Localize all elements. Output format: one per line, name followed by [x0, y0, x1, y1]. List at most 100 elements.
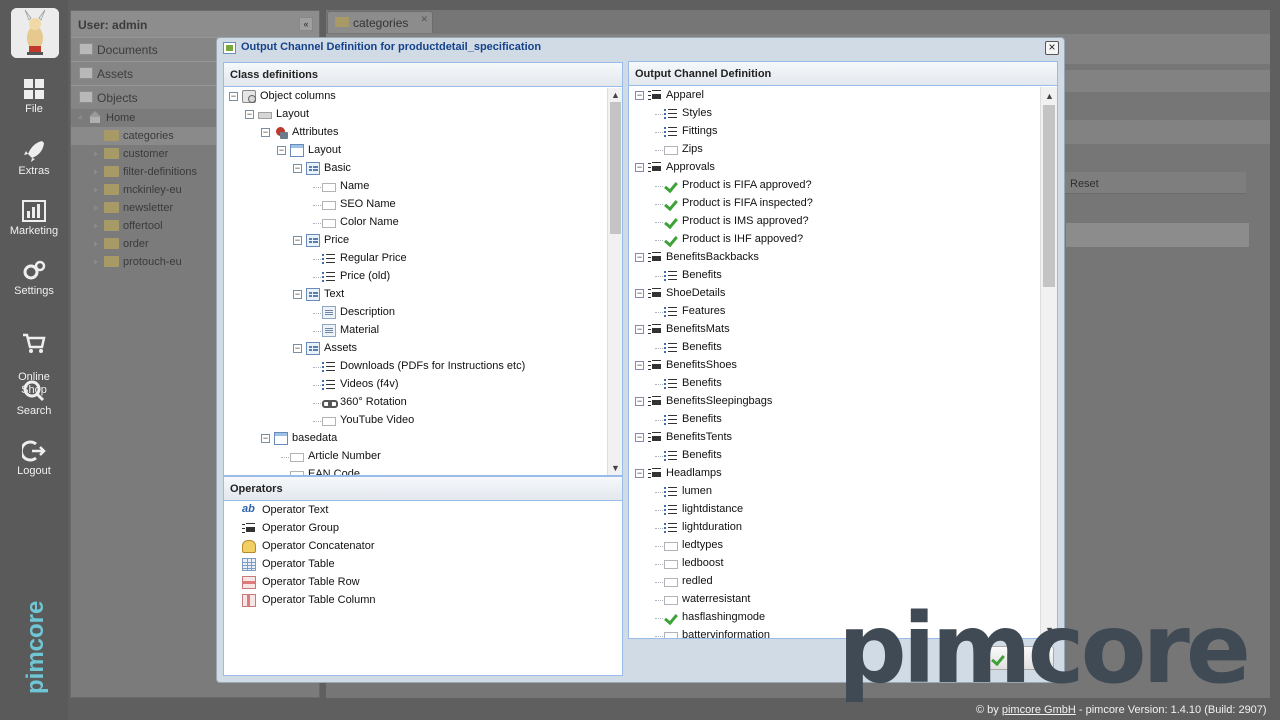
collapse-toggle-icon[interactable]: −: [635, 289, 644, 298]
output-tree-node[interactable]: − BenefitsTents: [629, 429, 1039, 447]
class-tree-node[interactable]: Name: [224, 178, 607, 196]
collapse-toggle-icon[interactable]: −: [229, 92, 238, 101]
expand-icon[interactable]: [94, 223, 98, 229]
collapse-toggle-icon[interactable]: −: [245, 110, 254, 119]
class-tree-node[interactable]: YouTube Video: [224, 412, 607, 430]
class-tree-node[interactable]: EAN Code: [224, 466, 607, 475]
reset-column-label[interactable]: Reset: [1070, 178, 1099, 190]
nav-search[interactable]: Search: [0, 380, 68, 417]
tab-categories[interactable]: categories ✕: [327, 11, 433, 33]
output-tree-node[interactable]: − Headlamps: [629, 465, 1039, 483]
output-tree-node[interactable]: redled: [629, 573, 1039, 591]
operator-item[interactable]: Operator Concatenator: [224, 538, 622, 556]
output-tree-node[interactable]: ledtypes: [629, 537, 1039, 555]
company-link[interactable]: pimcore GmbH: [1002, 704, 1076, 716]
output-tree-node[interactable]: Benefits: [629, 339, 1039, 357]
class-tree-node[interactable]: − basedata: [224, 430, 607, 448]
output-tree-node[interactable]: Fittings: [629, 123, 1039, 141]
collapse-toggle-icon[interactable]: −: [293, 344, 302, 353]
nav-extras[interactable]: Extras: [0, 140, 68, 177]
expand-icon[interactable]: [77, 114, 85, 122]
collapse-toggle-icon[interactable]: −: [635, 253, 644, 262]
class-tree-node[interactable]: − Text: [224, 286, 607, 304]
output-tree-node[interactable]: − Apparel: [629, 87, 1039, 105]
collapse-toggle-icon[interactable]: −: [635, 361, 644, 370]
collapse-toggle-icon[interactable]: −: [635, 469, 644, 478]
class-tree-node[interactable]: Videos (f4v): [224, 376, 607, 394]
collapse-icon[interactable]: «: [299, 17, 313, 31]
output-tree-node[interactable]: Product is IMS approved?: [629, 213, 1039, 231]
output-tree-node[interactable]: Product is FIFA inspected?: [629, 195, 1039, 213]
scroll-thumb[interactable]: [610, 102, 621, 234]
output-tree-node[interactable]: lumen: [629, 483, 1039, 501]
collapse-toggle-icon[interactable]: −: [635, 433, 644, 442]
expand-icon[interactable]: [94, 259, 98, 265]
output-tree-node[interactable]: Product is FIFA approved?: [629, 177, 1039, 195]
scroll-up-arrow[interactable]: ▲: [1042, 89, 1057, 103]
operator-item[interactable]: Operator Table Column: [224, 592, 622, 610]
class-tree-node[interactable]: Regular Price: [224, 250, 607, 268]
collapse-toggle-icon[interactable]: −: [635, 163, 644, 172]
class-tree-scrollbar[interactable]: ▲ ▼: [607, 88, 622, 475]
output-tree-node[interactable]: − BenefitsSleepingbags: [629, 393, 1039, 411]
class-tree-node[interactable]: Downloads (PDFs for Instructions etc): [224, 358, 607, 376]
nav-marketing[interactable]: Marketing: [0, 200, 68, 237]
class-tree-node[interactable]: Article Number: [224, 448, 607, 466]
output-tree-node[interactable]: Features: [629, 303, 1039, 321]
output-tree-node[interactable]: − ShoeDetails: [629, 285, 1039, 303]
collapse-toggle-icon[interactable]: −: [261, 128, 270, 137]
operator-item[interactable]: Operator Group: [224, 520, 622, 538]
output-tree-node[interactable]: Benefits: [629, 411, 1039, 429]
expand-icon[interactable]: [94, 151, 98, 157]
expand-icon[interactable]: [94, 187, 98, 193]
collapse-toggle-icon[interactable]: −: [261, 434, 270, 443]
collapse-toggle-icon[interactable]: −: [635, 91, 644, 100]
output-tree-node[interactable]: Benefits: [629, 375, 1039, 393]
output-tree-node[interactable]: − Approvals: [629, 159, 1039, 177]
class-tree-node[interactable]: 360° Rotation: [224, 394, 607, 412]
output-tree-node[interactable]: − BenefitsShoes: [629, 357, 1039, 375]
nav-settings[interactable]: Settings: [0, 260, 68, 297]
user-avatar[interactable]: [11, 8, 59, 58]
class-tree-node[interactable]: − Layout: [224, 142, 607, 160]
collapse-toggle-icon[interactable]: −: [635, 397, 644, 406]
class-tree-node[interactable]: SEO Name: [224, 196, 607, 214]
class-tree-node[interactable]: − Price: [224, 232, 607, 250]
expand-icon[interactable]: [94, 241, 98, 247]
collapse-toggle-icon[interactable]: −: [293, 290, 302, 299]
output-tree-node[interactable]: Benefits: [629, 447, 1039, 465]
close-tab-icon[interactable]: ✕: [420, 14, 428, 25]
output-tree-node[interactable]: − BenefitsBackbacks: [629, 249, 1039, 267]
operator-item[interactable]: ab Operator Text: [224, 502, 622, 520]
output-tree-node[interactable]: − BenefitsMats: [629, 321, 1039, 339]
close-button[interactable]: ×: [1045, 41, 1059, 55]
class-tree-node[interactable]: Color Name: [224, 214, 607, 232]
expand-icon[interactable]: [94, 205, 98, 211]
operator-item[interactable]: Operator Table: [224, 556, 622, 574]
collapse-toggle-icon[interactable]: −: [277, 146, 286, 155]
output-tree-node[interactable]: Styles: [629, 105, 1039, 123]
class-tree-node[interactable]: Material: [224, 322, 607, 340]
expand-icon[interactable]: [94, 133, 98, 139]
nav-logout[interactable]: Logout: [0, 440, 68, 477]
scroll-thumb[interactable]: [1043, 105, 1055, 287]
class-tree-node[interactable]: − Attributes: [224, 124, 607, 142]
collapse-toggle-icon[interactable]: −: [293, 164, 302, 173]
expand-icon[interactable]: [94, 169, 98, 175]
class-tree-node[interactable]: − Object columns: [224, 88, 607, 106]
output-tree-node[interactable]: lightduration: [629, 519, 1039, 537]
operator-item[interactable]: Operator Table Row: [224, 574, 622, 592]
collapse-toggle-icon[interactable]: −: [293, 236, 302, 245]
scroll-down-arrow[interactable]: ▼: [608, 461, 622, 475]
collapse-toggle-icon[interactable]: −: [635, 325, 644, 334]
output-tree-scrollbar[interactable]: ▲ ▼: [1040, 87, 1057, 638]
output-tree-node[interactable]: ledboost: [629, 555, 1039, 573]
output-tree-node[interactable]: Zips: [629, 141, 1039, 159]
scroll-up-arrow[interactable]: ▲: [608, 88, 622, 102]
class-tree-node[interactable]: Price (old): [224, 268, 607, 286]
nav-file[interactable]: File: [0, 78, 68, 115]
output-tree-node[interactable]: Benefits: [629, 267, 1039, 285]
class-tree-node[interactable]: − Basic: [224, 160, 607, 178]
output-tree-node[interactable]: Product is IHF appoved?: [629, 231, 1039, 249]
class-tree-node[interactable]: − Layout: [224, 106, 607, 124]
